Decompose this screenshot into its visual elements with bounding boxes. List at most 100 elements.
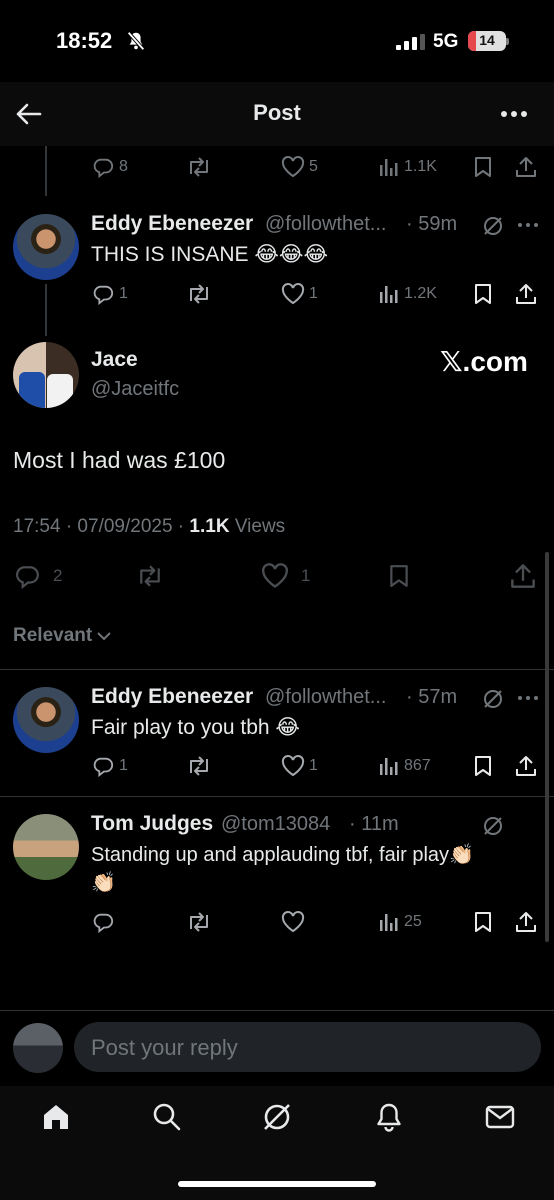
like-button[interactable]: 1 — [261, 563, 310, 589]
post-time: · 57m — [406, 686, 458, 708]
more-icon[interactable] — [517, 222, 539, 228]
share-icon — [511, 564, 535, 588]
thread-line — [45, 146, 47, 196]
share-button[interactable] — [515, 911, 537, 933]
battery-nub — [506, 38, 509, 45]
search-icon[interactable] — [152, 1102, 182, 1132]
like-icon — [281, 283, 305, 305]
status-bar: 18:52 5G 14 — [0, 0, 554, 80]
like-count: 1 — [309, 757, 318, 774]
reply-button[interactable]: 1 — [91, 755, 128, 777]
silent-bell-icon — [125, 30, 147, 52]
reply-input[interactable]: Post your reply — [74, 1022, 541, 1072]
bookmark-icon — [475, 756, 491, 776]
sort-dropdown[interactable]: Relevant — [13, 625, 112, 647]
grok-icon[interactable] — [482, 215, 504, 237]
chevron-down-icon — [97, 632, 111, 641]
thread-line — [45, 284, 47, 336]
share-icon — [516, 157, 536, 177]
share-icon — [516, 284, 536, 304]
repost-button[interactable] — [186, 911, 212, 933]
bookmark-icon — [475, 284, 491, 304]
author-name[interactable]: Eddy Ebeneezer — [91, 685, 253, 709]
like-count: 1 — [309, 285, 318, 302]
reply-input-placeholder: Post your reply — [91, 1035, 238, 1060]
reply-button[interactable]: 2 — [13, 563, 62, 589]
reply-button[interactable]: 8 — [91, 156, 128, 178]
x-watermark: 𝕏.com — [440, 346, 528, 377]
repost-button[interactable] — [135, 564, 165, 588]
avatar[interactable] — [13, 342, 79, 408]
battery-level: 14 — [479, 32, 495, 48]
bookmark-button[interactable] — [387, 563, 411, 589]
like-count: 1 — [301, 566, 311, 585]
share-button[interactable] — [515, 283, 537, 305]
author-name[interactable]: Eddy Ebeneezer — [91, 212, 253, 236]
author-handle[interactable]: @followthet... — [265, 213, 386, 236]
author-handle[interactable]: @followthet... — [265, 686, 386, 709]
reply-button[interactable]: 1 — [91, 283, 128, 305]
avatar[interactable] — [13, 687, 79, 753]
share-button[interactable] — [510, 563, 536, 589]
views-icon — [380, 914, 398, 931]
post-meta: 17:54 · 07/09/2025 · 1.1K Views — [13, 516, 285, 538]
notifications-icon[interactable] — [374, 1102, 404, 1132]
post-text: THIS IS INSANE 😂😂😂 — [91, 243, 328, 266]
like-icon — [281, 755, 305, 777]
bookmark-button[interactable] — [472, 755, 494, 777]
like-icon — [281, 156, 305, 178]
share-icon — [516, 756, 536, 776]
post-time: · 11m — [349, 813, 399, 835]
reply-icon — [16, 566, 39, 589]
view-count: 25 — [404, 913, 422, 930]
bookmark-icon — [475, 157, 491, 177]
home-indicator — [178, 1181, 376, 1187]
views-icon — [380, 286, 398, 303]
author-handle[interactable]: @Jaceitfc — [91, 378, 179, 401]
views-button[interactable]: 1.1K — [378, 156, 437, 178]
repost-icon — [190, 912, 208, 932]
share-button[interactable] — [515, 755, 537, 777]
grok-icon[interactable] — [262, 1102, 292, 1132]
repost-icon — [190, 756, 208, 776]
views-icon — [380, 159, 398, 176]
reply-button[interactable] — [91, 911, 115, 933]
author-name[interactable]: Tom Judges — [91, 812, 213, 836]
author-name[interactable]: Jace — [91, 348, 138, 372]
author-handle[interactable]: @tom13084 — [221, 813, 330, 836]
battery-icon: 14 — [468, 31, 506, 51]
user-avatar[interactable] — [13, 1023, 63, 1073]
grok-icon[interactable] — [482, 688, 504, 710]
views-button[interactable]: 25 — [378, 911, 422, 933]
like-button[interactable]: 1 — [281, 755, 318, 777]
divider — [0, 1010, 554, 1011]
like-button[interactable] — [281, 911, 305, 933]
repost-button[interactable] — [186, 156, 212, 178]
grok-icon[interactable] — [482, 815, 504, 837]
share-button[interactable] — [515, 156, 537, 178]
post-time: · 59m — [406, 213, 458, 235]
views-icon — [380, 758, 398, 775]
like-button[interactable]: 1 — [281, 283, 318, 305]
sort-label: Relevant — [13, 625, 93, 646]
repost-button[interactable] — [186, 283, 212, 305]
bookmark-button[interactable] — [472, 156, 494, 178]
views-button[interactable]: 1.2K — [378, 283, 437, 305]
more-icon[interactable] — [500, 110, 528, 118]
views-button[interactable]: 867 — [378, 755, 431, 777]
messages-icon[interactable] — [485, 1104, 515, 1130]
bookmark-icon — [475, 912, 491, 932]
bookmark-button[interactable] — [472, 283, 494, 305]
views-label: Views — [234, 516, 286, 537]
home-icon[interactable] — [41, 1102, 71, 1132]
bookmark-button[interactable] — [472, 911, 494, 933]
view-count: 1.2K — [404, 285, 437, 302]
avatar[interactable] — [13, 214, 79, 280]
repost-button[interactable] — [186, 755, 212, 777]
more-icon[interactable] — [517, 695, 539, 701]
like-button[interactable]: 5 — [281, 156, 318, 178]
divider — [0, 669, 554, 670]
views-count: 1.1K — [189, 516, 230, 537]
avatar[interactable] — [13, 814, 79, 880]
scrollbar[interactable] — [545, 552, 549, 942]
